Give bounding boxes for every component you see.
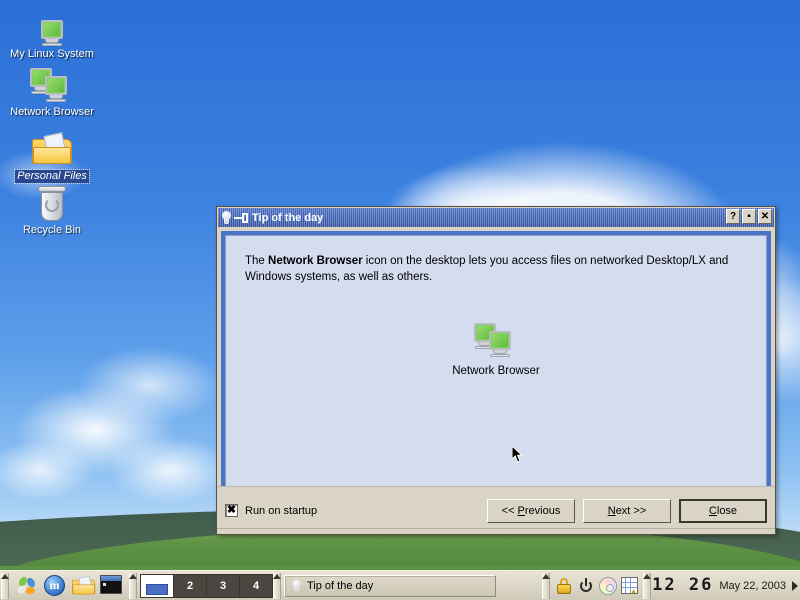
next-button-label: Next >> bbox=[607, 504, 647, 517]
run-on-startup-label: Run on startup bbox=[245, 504, 318, 517]
mouse-cursor bbox=[512, 446, 524, 463]
tray-handle[interactable] bbox=[542, 572, 551, 599]
folder-icon bbox=[72, 575, 96, 596]
trash-icon bbox=[0, 180, 104, 222]
tip-illustration-label: Network Browser bbox=[452, 365, 540, 377]
window-body: The Network Browser icon on the desktop … bbox=[217, 228, 775, 493]
tip-of-the-day-window[interactable]: Tip of the day ? ▪ ✕ The Network Browser… bbox=[216, 206, 776, 535]
application-menu-button[interactable] bbox=[15, 574, 38, 597]
next-button[interactable]: Next >> bbox=[583, 498, 671, 523]
desktop-icon-recycle-bin[interactable]: Recycle Bin bbox=[0, 180, 104, 237]
run-on-startup-checkbox[interactable]: ✖ bbox=[225, 504, 238, 517]
pinwheel-icon bbox=[15, 574, 38, 597]
lightbulb-icon bbox=[292, 579, 301, 592]
desktop-icon-label: My Linux System bbox=[10, 48, 94, 60]
lock-icon[interactable] bbox=[555, 577, 573, 595]
task-button-tip-of-the-day[interactable]: Tip of the day bbox=[284, 574, 496, 597]
desktop-icon-personal-files[interactable]: Personal Files bbox=[0, 124, 104, 184]
task-button-label: Tip of the day bbox=[307, 579, 374, 592]
folder-icon bbox=[0, 124, 104, 166]
workspace-3[interactable]: 3 bbox=[206, 573, 240, 598]
window-title: Tip of the day bbox=[252, 211, 324, 224]
close-button[interactable]: ✕ bbox=[758, 209, 772, 224]
tip-text-before: The bbox=[245, 255, 269, 267]
pin-icon[interactable] bbox=[234, 212, 248, 223]
power-icon[interactable] bbox=[577, 577, 595, 595]
workspace-2[interactable]: 2 bbox=[173, 573, 207, 598]
tip-content-frame: The Network Browser icon on the desktop … bbox=[221, 231, 771, 493]
tip-illustration: Network Browser bbox=[245, 321, 747, 377]
mozilla-glyph: m bbox=[49, 577, 60, 592]
dialog-footer: ✖ Run on startup << Previous Next >> Clo… bbox=[217, 486, 775, 534]
desktop[interactable]: My Linux System Network Browser Personal… bbox=[0, 0, 800, 600]
desktop-icon-my-linux-system[interactable]: My Linux System bbox=[0, 4, 104, 61]
close-dialog-button[interactable]: Close bbox=[679, 498, 767, 523]
computer-monitor-icon bbox=[0, 4, 104, 46]
tasklist: Tip of the day bbox=[282, 574, 541, 597]
desktop-icon-label: Network Browser bbox=[10, 106, 94, 118]
mozilla-browser-button[interactable]: m bbox=[44, 574, 66, 597]
pager-handle[interactable] bbox=[129, 572, 137, 599]
pager-window-preview bbox=[146, 583, 168, 595]
close-dialog-button-label: Close bbox=[708, 504, 738, 517]
previous-button[interactable]: << Previous bbox=[487, 498, 575, 523]
tip-text: The Network Browser icon on the desktop … bbox=[245, 253, 747, 285]
tasklist-handle[interactable] bbox=[273, 572, 281, 599]
terminal-icon bbox=[100, 574, 122, 594]
terminal-button[interactable] bbox=[100, 574, 122, 597]
help-button[interactable]: ? bbox=[726, 209, 740, 224]
clock-handle[interactable] bbox=[643, 572, 652, 599]
network-monitors-icon bbox=[0, 62, 104, 104]
spreadsheet-icon[interactable] bbox=[621, 577, 639, 595]
launcher-area: m bbox=[10, 574, 128, 597]
cd-icon[interactable] bbox=[599, 576, 618, 595]
taskbar-handle[interactable] bbox=[1, 572, 9, 599]
network-monitors-icon bbox=[245, 321, 747, 359]
clock-time: 12 26 bbox=[652, 575, 714, 595]
minimize-button[interactable]: ▪ bbox=[742, 209, 756, 224]
previous-button-label: << Previous bbox=[501, 504, 561, 517]
window-resize-grip[interactable] bbox=[217, 528, 775, 534]
window-titlebar[interactable]: Tip of the day ? ▪ ✕ bbox=[218, 208, 774, 227]
desktop-icon-network-browser[interactable]: Network Browser bbox=[0, 62, 104, 119]
chevron-right-icon[interactable] bbox=[792, 580, 798, 591]
file-manager-button[interactable] bbox=[72, 575, 96, 597]
clock-date: May 22, 2003 bbox=[719, 579, 786, 592]
tip-text-bold: Network Browser bbox=[268, 255, 363, 267]
clock-area[interactable]: 12 26 May 22, 2003 bbox=[652, 577, 800, 594]
workspace-pager[interactable]: 2 3 4 bbox=[140, 573, 273, 598]
mozilla-icon: m bbox=[44, 574, 65, 596]
workspace-1[interactable] bbox=[140, 573, 174, 598]
lightbulb-icon bbox=[221, 211, 232, 224]
desktop-icon-label: Recycle Bin bbox=[22, 224, 82, 236]
workspace-4[interactable]: 4 bbox=[239, 573, 273, 598]
system-tray bbox=[551, 576, 642, 595]
taskbar[interactable]: m 2 3 4 Tip of the day ▲ 12 26 May 22, 2… bbox=[0, 570, 800, 600]
